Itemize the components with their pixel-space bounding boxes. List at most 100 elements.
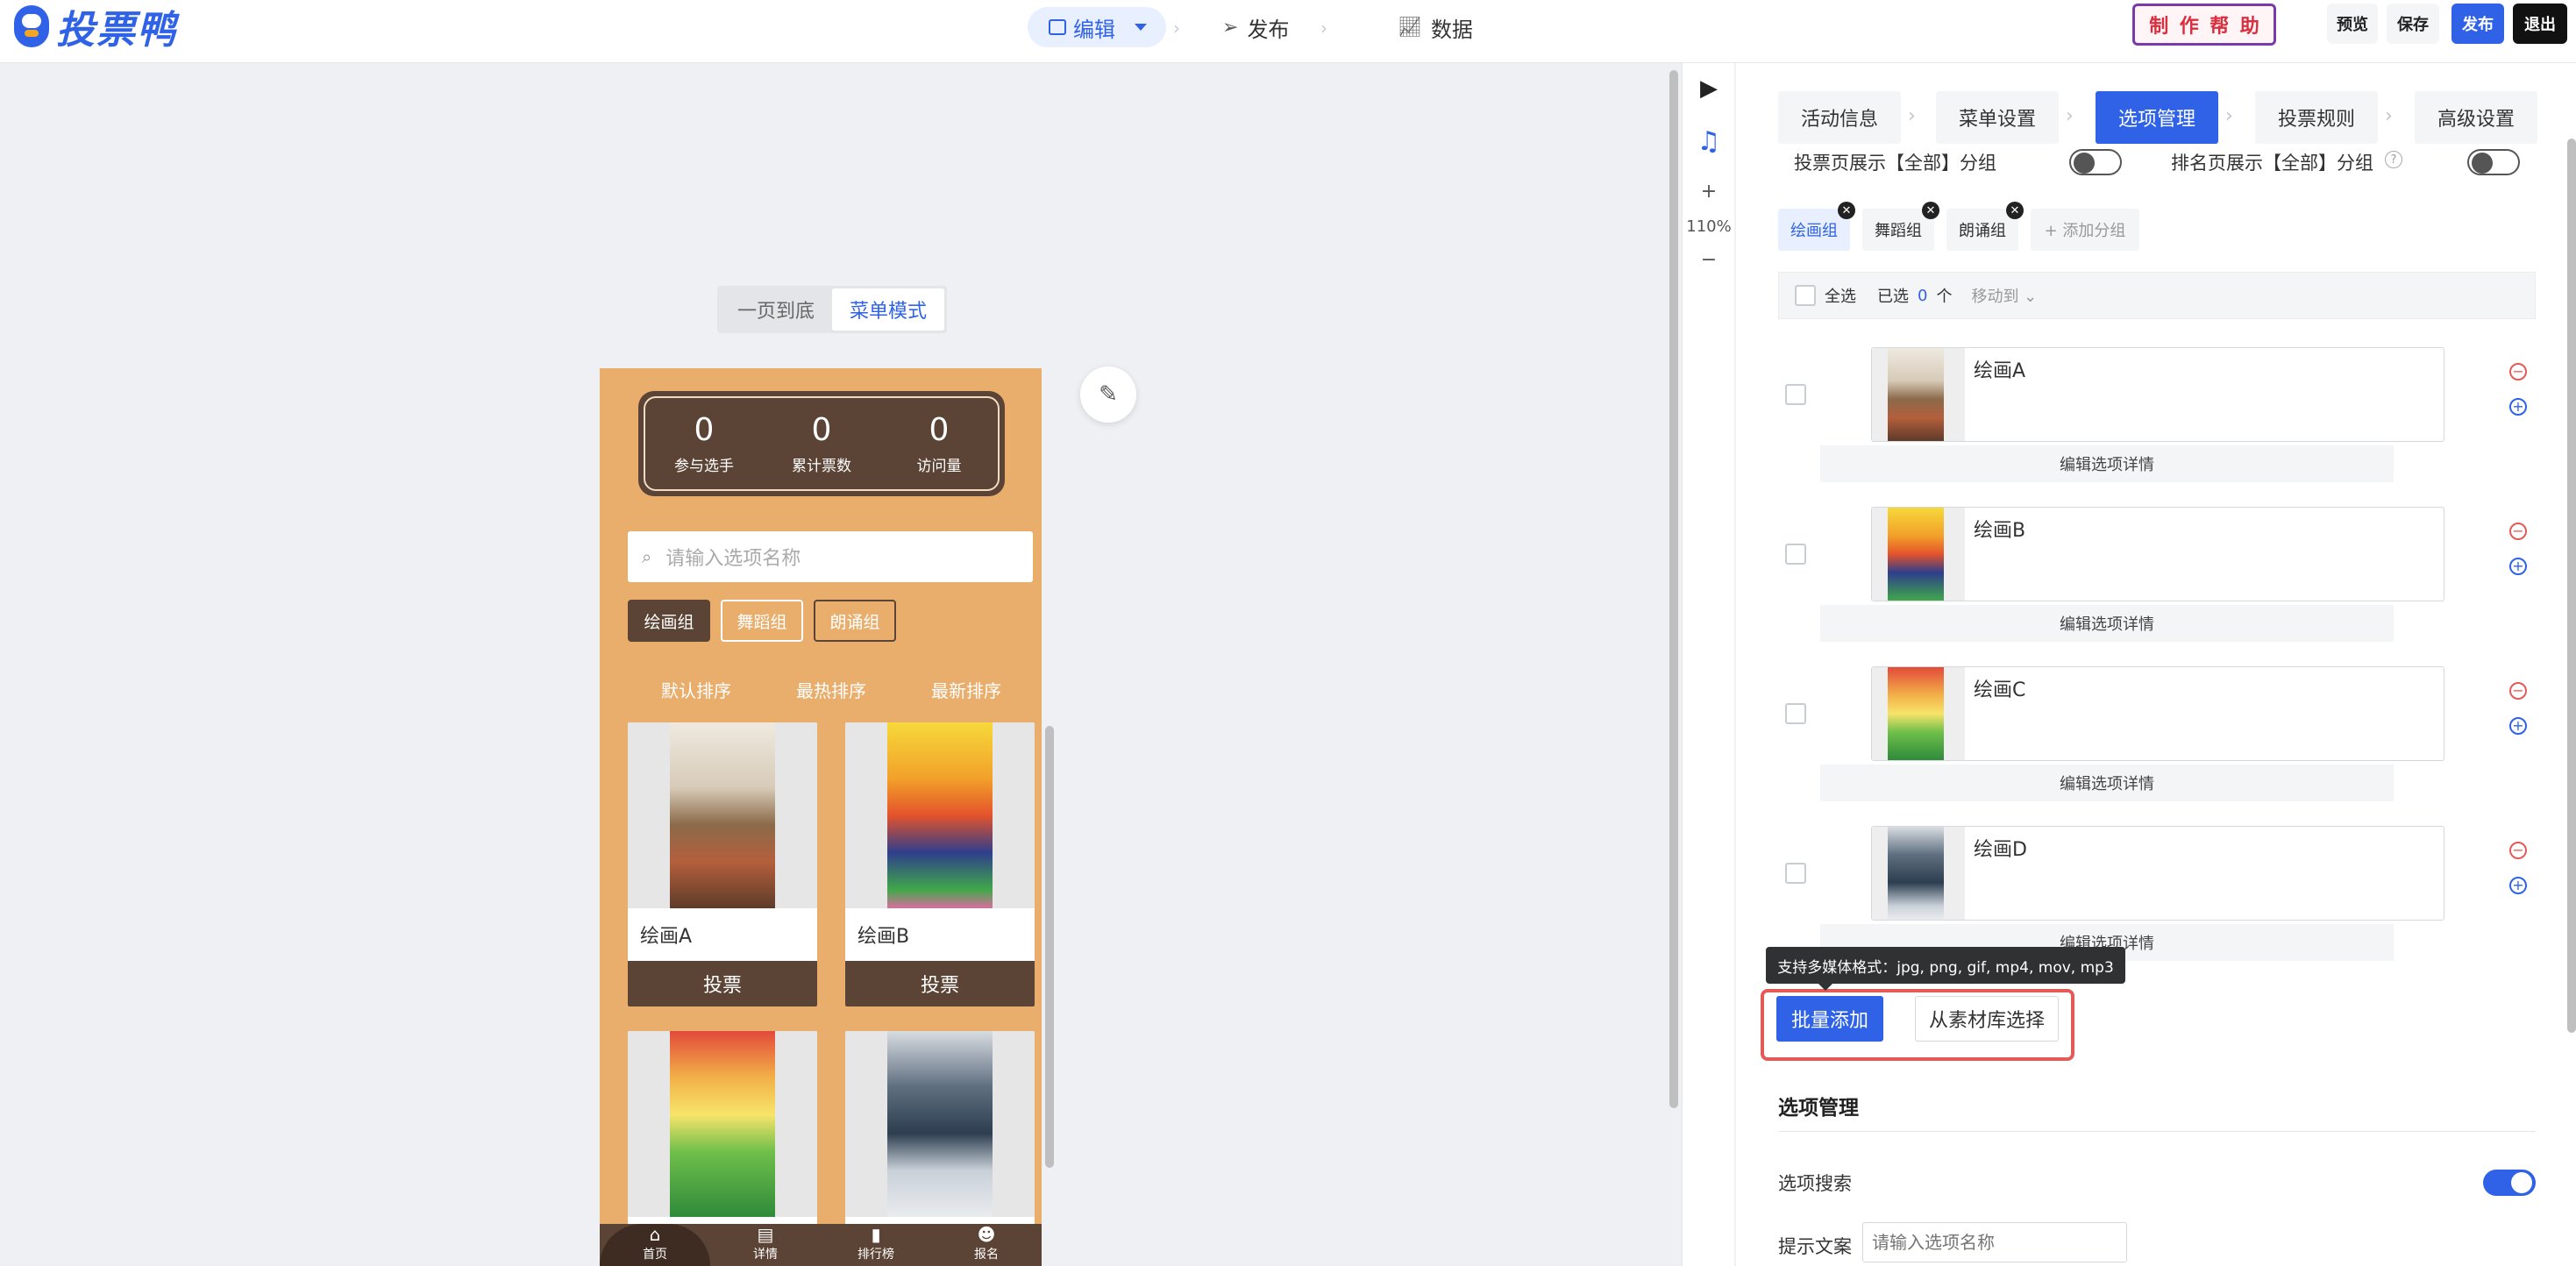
selected-suffix: 个 [1936,288,1953,306]
option-name: 绘画D [1974,839,2027,861]
option-item[interactable]: 绘画B [1871,507,2444,601]
publish-button[interactable]: 发布 [2451,4,2504,44]
bottom-nav-details[interactable]: ▤ 详情 [710,1224,821,1266]
option-image [628,1031,817,1217]
edit-option-detail-button[interactable]: 编辑选项详情 [1820,445,2394,482]
phone-scrollbar[interactable] [1045,726,1054,1168]
option-checkbox[interactable] [1785,703,1806,724]
mode-menu[interactable]: 菜单模式 [832,288,944,331]
vote-button[interactable]: 投票 [845,961,1035,1006]
nav-data-label: 数据 [1430,17,1473,42]
option-thumbnail [1872,667,1965,760]
save-button[interactable]: 保存 [2387,4,2439,44]
option-item[interactable]: 绘画C [1871,666,2444,761]
select-all-checkbox[interactable] [1795,285,1816,306]
phone-search-input[interactable]: ⌕ 请输入选项名称 [628,531,1033,582]
stat-label: 访问量 [916,457,962,475]
step-option-management[interactable]: 选项管理 [2096,91,2218,144]
panel-scrollbar[interactable] [2567,139,2576,1033]
option-search-toggle[interactable] [2483,1170,2536,1196]
help-icon[interactable]: ? [2385,151,2402,168]
exit-button[interactable]: 退出 [2513,4,2567,44]
duck-mascot-icon [14,5,49,47]
nav-edit-dropdown[interactable]: 编辑 [1028,7,1166,47]
sort-default[interactable]: 默认排序 [661,677,731,702]
remove-option-icon[interactable]: − [2509,363,2527,381]
search-icon: ⌕ [642,546,652,567]
nav-publish-label: 发布 [1247,17,1290,42]
step-advanced-settings[interactable]: 高级设置 [2415,91,2537,144]
step-vote-rules[interactable]: 投票规则 [2255,91,2378,144]
help-stamp-badge[interactable]: 制 作 帮 助 [2132,4,2276,46]
step-menu-settings[interactable]: 菜单设置 [1936,91,2059,144]
bottom-nav-ranking[interactable]: ▮ 排行榜 [821,1224,931,1266]
stamp-char: 帮 [2210,16,2230,38]
group-tag-recite[interactable]: 朗诵组 ✕ [1946,202,2024,251]
hint-text-input[interactable] [1862,1222,2127,1262]
toggle-vote-page-all-group[interactable] [2069,149,2122,175]
step-activity-info[interactable]: 活动信息 [1778,91,1901,144]
option-thumbnail [1872,827,1965,920]
toggle-rank-page-all-group[interactable] [2467,149,2520,175]
close-icon[interactable]: ✕ [2006,202,2024,219]
highlight-box [1761,989,2074,1061]
chevron-right-icon: › [1908,105,1916,127]
sort-new[interactable]: 最新排序 [931,677,1001,702]
hint-text-label: 提示文案 [1778,1236,1852,1257]
add-option-icon[interactable]: + [2509,717,2527,735]
remove-option-icon[interactable]: − [2509,523,2527,540]
phone-group-painting[interactable]: 绘画组 [628,600,710,642]
format-tooltip: 支持多媒体格式：jpg, png, gif, mp4, mov, mp3 [1766,947,2125,991]
add-option-icon[interactable]: + [2509,877,2527,894]
stat-total-votes: 0 累计票数 [763,398,880,489]
option-item[interactable]: 绘画A [1871,347,2444,442]
vote-button[interactable]: 投票 [628,961,817,1006]
sort-hot[interactable]: 最热排序 [796,677,866,702]
style-brush-button[interactable]: ✎ [1080,366,1136,423]
group-tag-painting[interactable]: 绘画组 ✕ [1778,202,1855,251]
zoom-out-icon[interactable]: − [1683,249,1735,271]
phone-group-recite[interactable]: 朗诵组 [814,600,896,642]
group-tag-dance[interactable]: 舞蹈组 ✕ [1862,202,1939,251]
move-to-dropdown[interactable]: 移动到 ⌄ [1971,284,2037,307]
canvas-scrollbar[interactable] [1669,70,1678,1108]
logo-text: 投票鸭 [56,8,177,53]
close-icon[interactable]: ✕ [1922,202,1939,219]
stamp-char: 助 [2239,16,2259,38]
edit-option-detail-button[interactable]: 编辑选项详情 [1820,765,2394,801]
app-logo[interactable]: 投票鸭 [14,0,177,53]
bottom-nav-signup[interactable]: ☻ 报名 [931,1224,1042,1266]
edit-option-detail-button[interactable]: 编辑选项详情 [1820,605,2394,642]
mode-one-page[interactable]: 一页到底 [720,288,832,331]
remove-option-icon[interactable]: − [2509,682,2527,700]
option-item[interactable]: 绘画D [1871,826,2444,921]
stat-value: 0 [811,411,832,448]
stamp-char: 制 [2149,16,2169,38]
selected-count: 0 [1918,286,1928,305]
add-option-icon[interactable]: + [2509,398,2527,416]
close-icon[interactable]: ✕ [1838,202,1855,219]
music-icon[interactable]: ♫ [1683,126,1735,157]
option-card[interactable]: 绘画A 投票 [628,722,817,1006]
add-option-icon[interactable]: + [2509,558,2527,575]
option-checkbox[interactable] [1785,384,1806,405]
nav-publish[interactable]: ➢ 发布 [1222,9,1289,46]
remove-option-icon[interactable]: − [2509,842,2527,859]
option-checkbox[interactable] [1785,863,1806,884]
nav-data[interactable]: 📈︎ 数据 [1398,9,1473,46]
bottom-nav-home[interactable]: ⌂ 首页 [600,1224,710,1266]
zoom-level: 110% [1686,217,1732,236]
stat-label: 参与选手 [674,457,734,475]
phone-group-dance[interactable]: 舞蹈组 [721,600,803,642]
section-title: 选项管理 [1778,1097,1859,1120]
add-group-button[interactable]: + 添加分组 [2031,209,2139,251]
send-icon: ➢ [1222,16,1239,39]
option-card[interactable]: 绘画B 投票 [845,722,1035,1006]
stat-participants: 0 参与选手 [645,398,763,489]
painting-snow-temple-image [670,722,775,908]
zoom-in-icon[interactable]: + [1683,181,1735,203]
preview-button[interactable]: 预览 [2327,4,2378,44]
option-checkbox[interactable] [1785,544,1806,565]
bottom-nav-label: 排行榜 [857,1248,894,1262]
play-icon[interactable]: ▶ [1683,75,1735,102]
